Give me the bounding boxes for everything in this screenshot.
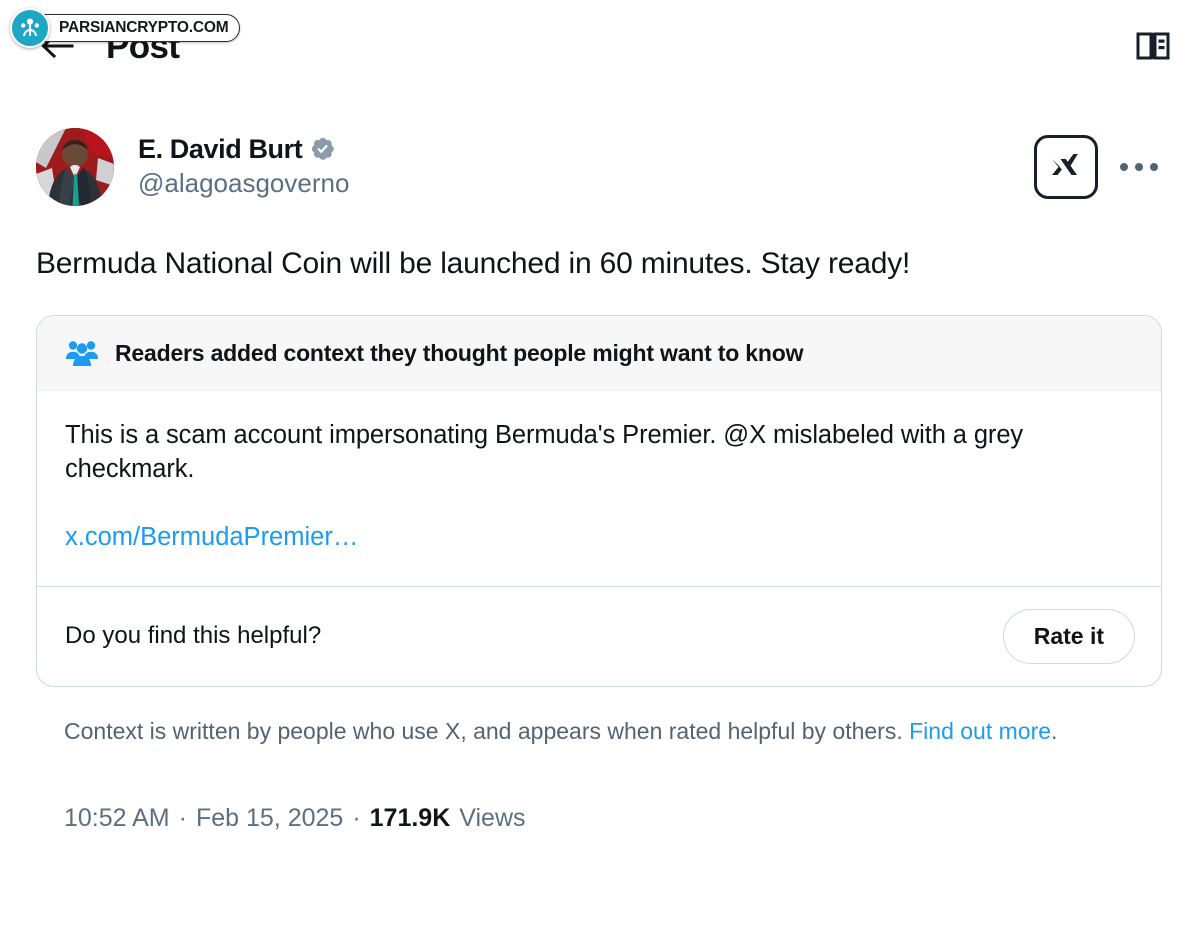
- community-note-card: Readers added context they thought peopl…: [36, 315, 1162, 688]
- find-out-more-link[interactable]: Find out more: [909, 718, 1051, 744]
- avatar[interactable]: [36, 128, 114, 206]
- more-dot: [1150, 163, 1158, 171]
- community-people-icon: [66, 341, 98, 366]
- parsiancrypto-logo-icon: [10, 8, 50, 48]
- context-disclaimer: Context is written by people who use X, …: [30, 687, 1168, 748]
- meta-separator: ·: [352, 803, 361, 832]
- more-dot: [1120, 163, 1128, 171]
- meta-separator: ·: [178, 803, 187, 832]
- community-note-header-text: Readers added context they thought peopl…: [115, 339, 804, 366]
- views-label: Views: [459, 803, 526, 832]
- community-note-footer: Do you find this helpful? Rate it: [37, 585, 1161, 686]
- community-note-header: Readers added context they thought peopl…: [37, 316, 1161, 391]
- author-handle[interactable]: @alagoasgoverno: [138, 168, 1034, 200]
- more-options-icon[interactable]: [1116, 147, 1162, 187]
- watermark-label: PARSIANCRYPTO.COM: [30, 14, 241, 42]
- xai-logo-icon[interactable]: [1034, 135, 1098, 199]
- post-metadata: 10:52 AM · Feb 15, 2025 · 171.9K Views: [30, 748, 1168, 833]
- post-date: Feb 15, 2025: [195, 803, 344, 832]
- disclaimer-trailing: .: [1051, 718, 1058, 745]
- rate-it-button[interactable]: Rate it: [1002, 608, 1135, 665]
- display-name-row: E. David Burt: [138, 134, 1034, 166]
- more-dot: [1135, 163, 1143, 171]
- author-display-name: E. David Burt: [138, 134, 303, 165]
- community-note-link[interactable]: x.com/BermudaPremier…: [65, 523, 1133, 552]
- post-text: Bermuda National Coin will be launched i…: [36, 247, 911, 280]
- views-count: 171.9K: [369, 803, 451, 832]
- post-actions: [1034, 135, 1168, 199]
- community-note-body: This is a scam account impersonating Ber…: [37, 391, 1161, 586]
- disclaimer-text: Context is written by people who use X, …: [64, 718, 910, 745]
- author-meta: E. David Burt @alagoasgoverno: [138, 134, 1034, 200]
- community-note-text: This is a scam account impersonating Ber…: [65, 421, 1024, 483]
- watermark: PARSIANCRYPTO.COM: [10, 8, 241, 48]
- author-row: E. David Burt @alagoasgoverno: [30, 92, 1168, 206]
- post-container: E. David Burt @alagoasgoverno Bermuda Na…: [0, 92, 1198, 833]
- reader-book-icon[interactable]: [1130, 23, 1176, 69]
- post-time: 10:52 AM: [64, 803, 170, 832]
- verified-grey-check-icon: [312, 137, 335, 160]
- helpful-prompt: Do you find this helpful?: [65, 622, 322, 650]
